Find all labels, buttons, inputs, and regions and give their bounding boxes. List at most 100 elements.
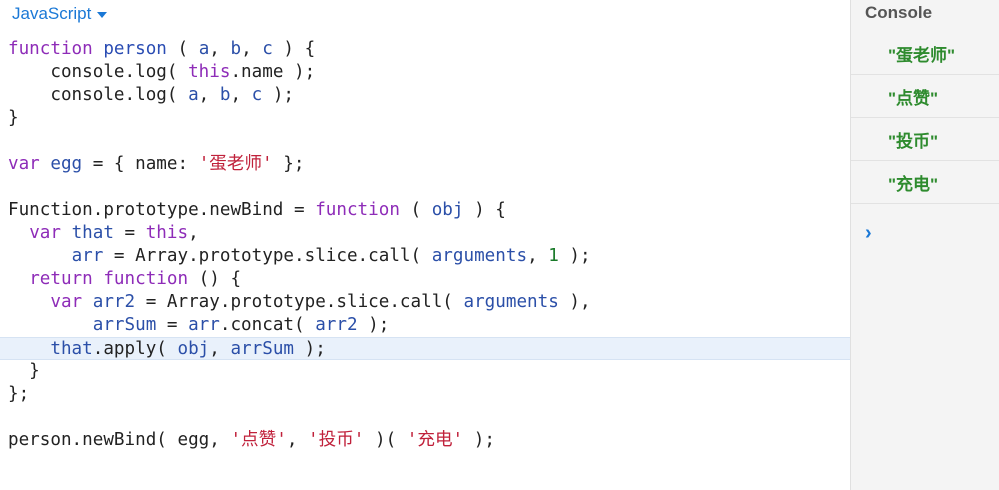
code-token: person xyxy=(103,39,167,59)
code-token: Function.prototype.newBind = xyxy=(8,200,316,220)
code-token: arr2 xyxy=(92,292,136,312)
language-label: JavaScript xyxy=(12,4,92,23)
chevron-right-icon[interactable]: › xyxy=(865,222,872,245)
console-log-entry: "点赞" xyxy=(851,76,999,118)
code-token: this xyxy=(145,223,189,243)
code-token: function xyxy=(315,200,400,220)
code-line[interactable]: arrSum = arr.concat( arr2 ); xyxy=(0,314,850,337)
code-token: arr xyxy=(71,246,104,266)
code-token: }; xyxy=(8,384,30,404)
code-line[interactable]: function person ( a, b, c ) { xyxy=(0,38,850,61)
code-token: person.newBind( egg, xyxy=(8,430,231,450)
code-line[interactable]: Function.prototype.newBind = function ( … xyxy=(0,199,850,222)
code-line[interactable]: console.log( this.name ); xyxy=(0,61,850,84)
console-title: Console xyxy=(865,3,933,22)
code-line[interactable]: person.newBind( egg, '点赞', '投币' )( '充电' … xyxy=(0,429,850,452)
code-token: a xyxy=(198,39,210,59)
code-area[interactable]: function person ( a, b, c ) { console.lo… xyxy=(0,38,850,452)
language-dropdown[interactable]: JavaScript xyxy=(12,3,108,25)
code-token: = Array.prototype.slice.call( xyxy=(103,246,432,266)
code-token: = xyxy=(113,223,146,243)
code-token: obj xyxy=(177,339,210,359)
console-log-entry: "投币" xyxy=(851,119,999,161)
code-token: arguments xyxy=(463,292,559,312)
code-token: ) { xyxy=(272,39,316,59)
code-token: var xyxy=(29,223,61,243)
code-token: .name ); xyxy=(230,62,316,82)
code-token: console.log( xyxy=(8,85,189,105)
code-token: () { xyxy=(188,269,242,289)
code-token: ) { xyxy=(463,200,506,220)
code-token: arguments xyxy=(431,246,528,266)
code-token: arr xyxy=(188,315,220,335)
code-token: ); xyxy=(294,339,326,359)
console-log-entry: "充电" xyxy=(851,162,999,204)
code-token: .concat( xyxy=(219,315,316,335)
code-token: console.log( xyxy=(8,62,189,82)
code-line[interactable]: var that = this, xyxy=(0,222,850,245)
code-token: )( xyxy=(364,430,407,450)
code-token: arr2 xyxy=(315,315,358,335)
code-token: ( xyxy=(166,39,199,59)
code-token: var xyxy=(8,154,40,174)
code-token: .apply( xyxy=(92,339,178,359)
code-token: function xyxy=(103,269,189,289)
code-token: '蛋老师' xyxy=(198,154,273,174)
code-line[interactable]: var egg = { name: '蛋老师' }; xyxy=(0,153,850,176)
code-token: ); xyxy=(357,315,390,335)
code-token: b xyxy=(219,85,231,105)
code-token: , xyxy=(209,39,231,59)
code-token: arrSum xyxy=(230,339,295,359)
code-token: c xyxy=(251,85,263,105)
code-line[interactable]: var arr2 = Array.prototype.slice.call( a… xyxy=(0,291,850,314)
code-line[interactable]: console.log( a, b, c ); xyxy=(0,84,850,107)
console-panel: Console "蛋老师" "点赞" "投币" "充电" › xyxy=(850,0,999,490)
code-token: arrSum xyxy=(92,315,157,335)
code-line[interactable]: } xyxy=(0,360,850,383)
code-line[interactable] xyxy=(0,176,850,199)
code-token: }; xyxy=(272,154,305,174)
code-line[interactable]: that.apply( obj, arrSum ); xyxy=(0,337,850,360)
code-token: ( xyxy=(399,200,432,220)
code-token: return xyxy=(29,269,93,289)
code-token: ); xyxy=(262,85,295,105)
code-line[interactable]: }; xyxy=(0,383,850,406)
code-token: this xyxy=(188,62,231,82)
code-editor[interactable]: JavaScript function person ( a, b, c ) {… xyxy=(0,0,850,490)
code-token: ); xyxy=(463,430,495,450)
code-token: that xyxy=(71,223,114,243)
code-line[interactable]: } xyxy=(0,107,850,130)
code-token: 1 xyxy=(548,246,559,266)
code-token: ); xyxy=(558,246,591,266)
code-line[interactable] xyxy=(0,406,850,429)
console-log-entry: "蛋老师" xyxy=(851,33,999,75)
code-token: c xyxy=(262,39,273,59)
code-token: = { name: xyxy=(82,154,199,174)
code-line[interactable]: return function () { xyxy=(0,268,850,291)
code-token: '投币' xyxy=(308,430,365,450)
code-line[interactable]: arr = Array.prototype.slice.call( argume… xyxy=(0,245,850,268)
code-token: } xyxy=(8,361,40,381)
code-token: , xyxy=(188,223,199,243)
code-token: '充电' xyxy=(406,430,464,450)
code-line[interactable] xyxy=(0,130,850,153)
code-token: = Array.prototype.slice.call( xyxy=(135,292,464,312)
code-token: function xyxy=(8,39,93,59)
code-token: egg xyxy=(50,154,83,174)
caret-down-icon xyxy=(97,12,108,18)
code-token: , xyxy=(230,85,252,105)
code-token: } xyxy=(8,108,19,128)
code-token: , xyxy=(286,430,309,450)
code-token: , xyxy=(527,246,549,266)
code-token: a xyxy=(188,85,199,105)
code-token: that xyxy=(50,339,93,359)
code-token: = xyxy=(156,315,189,335)
